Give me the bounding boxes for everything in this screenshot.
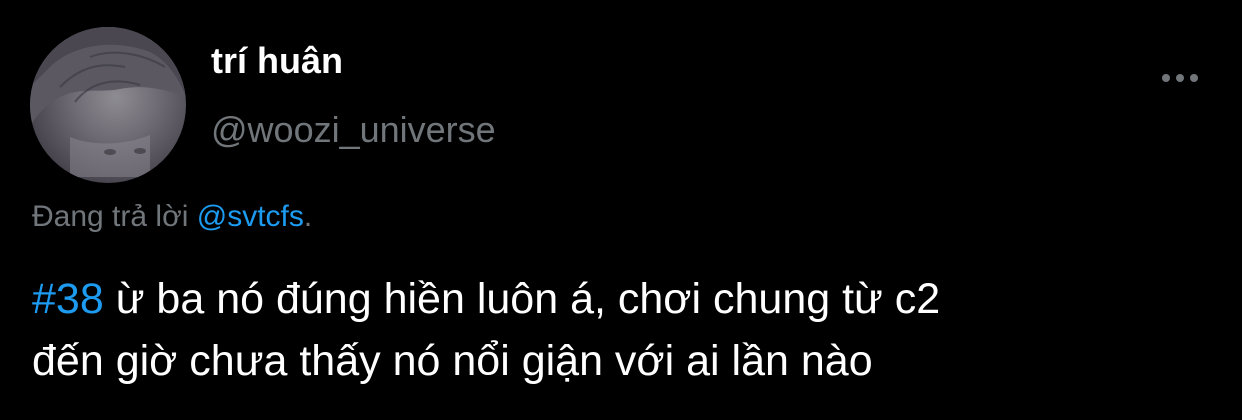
- replying-to-suffix: .: [303, 200, 313, 233]
- more-options-button[interactable]: [1152, 60, 1208, 96]
- tweet-text-line1: ừ ba nó đúng hiền luôn á, chơi chung từ …: [103, 275, 941, 323]
- hashtag-link[interactable]: #38: [32, 275, 104, 323]
- author-handle[interactable]: @woozi_universe: [211, 109, 496, 151]
- replying-to-label: Đang trả lời: [32, 200, 197, 233]
- tweet-card: trí huân @woozi_universe Đang trả lời @s…: [0, 0, 1242, 420]
- replying-to-mention-link[interactable]: @svtcfs: [197, 200, 304, 233]
- tweet-body: #38 ừ ba nó đúng hiền luôn á, chơi chung…: [32, 268, 1222, 392]
- author-display-name[interactable]: trí huân: [211, 40, 343, 82]
- tweet-text-line2: đến giờ chưa thấy nó nổi giận với ai lần…: [32, 337, 873, 385]
- author-avatar[interactable]: [30, 27, 186, 183]
- more-horizontal-icon: [1162, 74, 1198, 82]
- replying-to-context: Đang trả lời @svtcfs.: [32, 200, 312, 234]
